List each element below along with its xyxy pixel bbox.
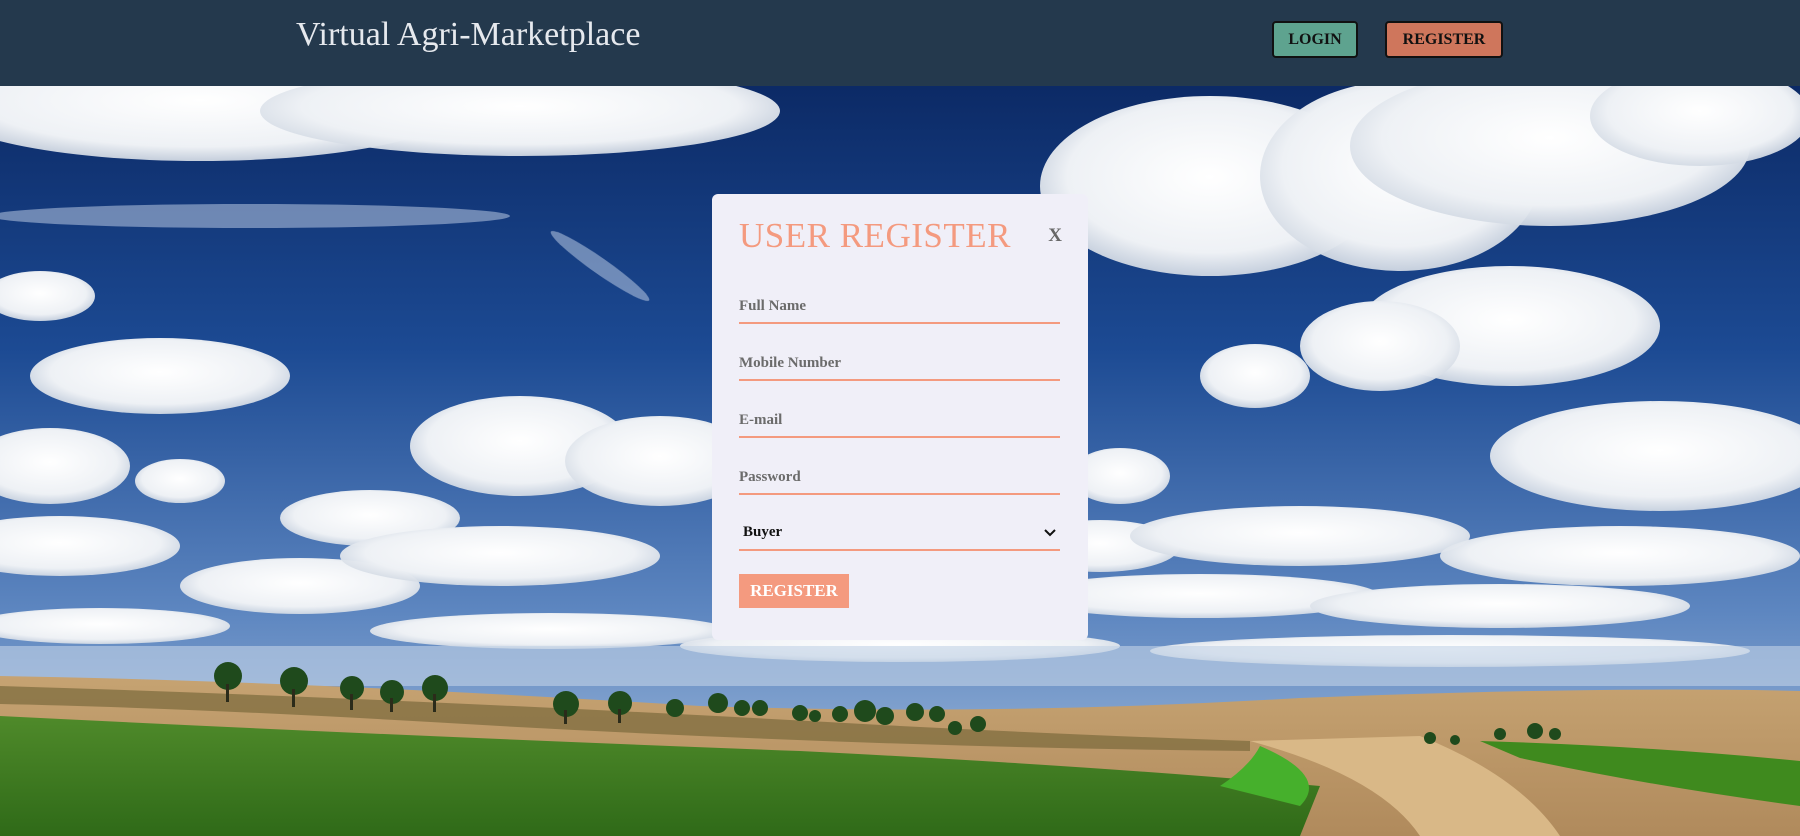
role-select-value: Buyer	[743, 524, 783, 540]
email-input[interactable]	[739, 408, 1060, 438]
register-button[interactable]: REGISTER	[1385, 21, 1503, 58]
role-select[interactable]: Buyer	[739, 518, 1060, 551]
full-name-input[interactable]	[739, 294, 1060, 324]
site-brand[interactable]: Virtual Agri-Marketplace	[296, 16, 640, 54]
modal-title: USER REGISTER	[739, 216, 1011, 255]
top-navbar: Virtual Agri-Marketplace LOGIN REGISTER	[0, 0, 1800, 86]
submit-register-button[interactable]: REGISTER	[739, 574, 849, 608]
close-button[interactable]: X	[1048, 225, 1062, 247]
register-modal: USER REGISTER X Buyer REGISTER	[712, 194, 1088, 640]
login-button[interactable]: LOGIN	[1272, 21, 1358, 58]
password-input[interactable]	[739, 465, 1060, 495]
mobile-number-input[interactable]	[739, 351, 1060, 381]
chevron-down-icon	[1044, 529, 1056, 537]
